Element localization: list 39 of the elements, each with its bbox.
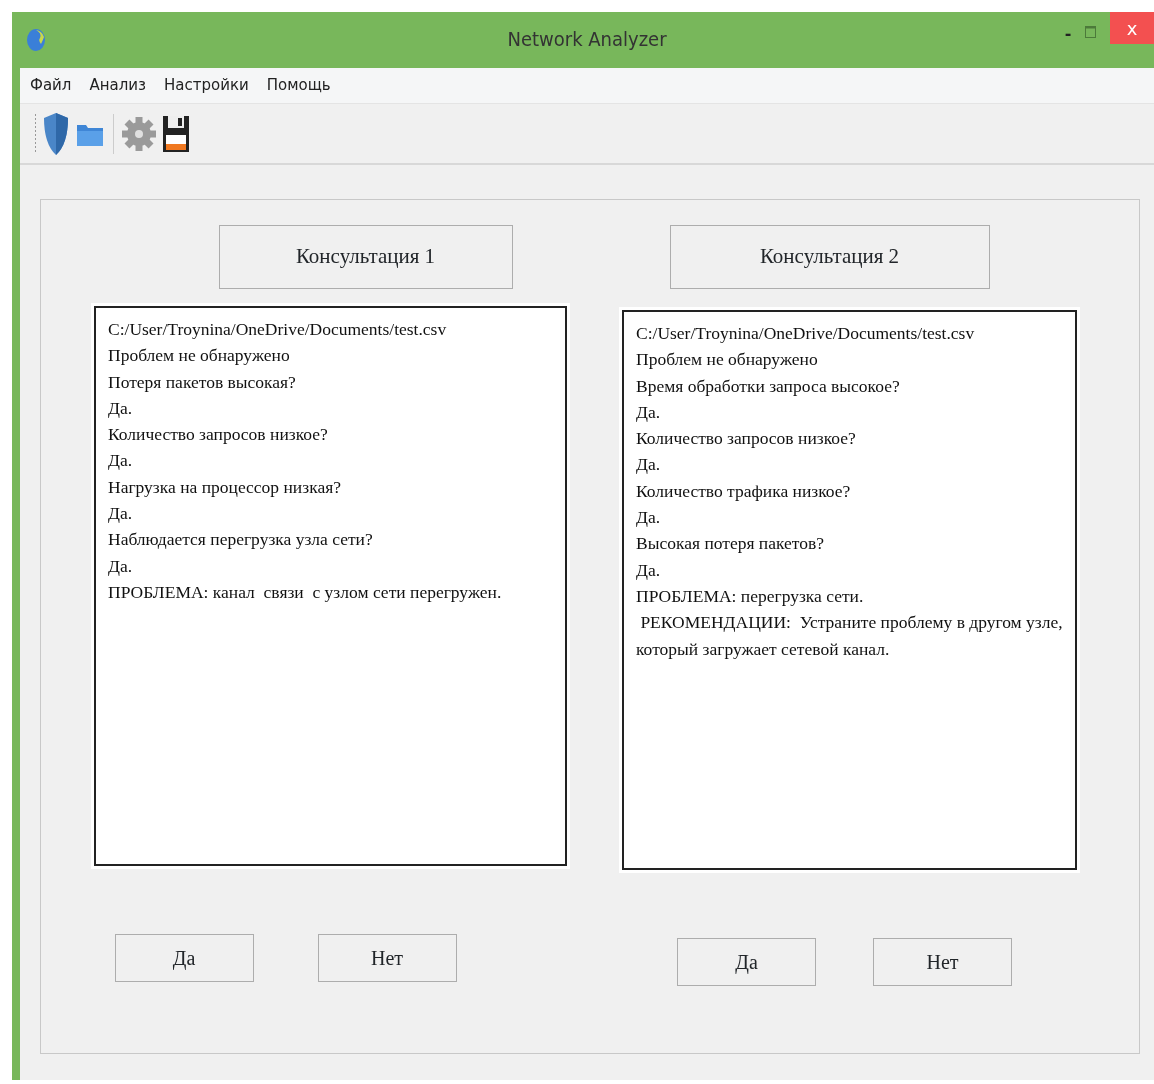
output-line: Да. <box>108 554 134 578</box>
output-line: Высокая потеря пакетов? <box>636 532 825 556</box>
output-line: Время обработки запроса высокое? <box>636 374 901 398</box>
output-line: Да. <box>636 506 662 530</box>
answer-button[interactable]: Да <box>677 938 816 986</box>
output-line: Да. <box>636 400 662 424</box>
output-line: Количество запросов низкое? <box>108 423 329 447</box>
output-line: ПРОБЛЕМА: перегрузка сети. <box>636 584 865 608</box>
output-line: Да. <box>636 453 662 477</box>
output-line: Проблем не обнаружено <box>636 348 819 372</box>
output-line: Проблем не обнаружено <box>108 344 291 368</box>
output-line: Количество запросов низкое? <box>636 427 857 451</box>
menu-item[interactable]: Помощь <box>266 74 331 97</box>
globe-icon <box>26 28 46 52</box>
output-line: Да. <box>108 502 134 526</box>
menu-item[interactable]: Файл <box>30 74 72 97</box>
output-line: Нагрузка на процессор низкая? <box>108 475 342 499</box>
menu-item[interactable]: Анализ <box>89 74 147 97</box>
answer-button[interactable]: Да <box>114 934 254 982</box>
output-line: Потеря пакетов высокая? <box>108 370 297 394</box>
output-line: Да. <box>636 558 662 582</box>
answer-button[interactable]: Нет <box>873 938 1012 986</box>
answer-button[interactable]: Нет <box>317 934 457 982</box>
shield-icon[interactable] <box>43 111 69 156</box>
output-line: Количество трафика низкое? <box>636 479 852 503</box>
output-line: C:/User/Troynina/OneDrive/Documents/test.csv <box>636 322 976 345</box>
output-line: Да. <box>108 396 134 420</box>
output-line: C:/User/Troynina/OneDrive/Documents/test.csv <box>108 318 448 341</box>
consultation-button[interactable]: Консультация 1 <box>218 225 513 289</box>
consultation-button[interactable]: Консультация 2 <box>669 225 990 289</box>
toolbar-grip-icon <box>34 113 37 154</box>
output-line: РЕКОМЕНДАЦИИ: Устраните проблему в другом узле, который загружает сетевой канал. <box>636 611 1063 661</box>
menu-item[interactable]: Настройки <box>164 74 249 97</box>
window-title: Network Analyzer <box>507 26 667 53</box>
output-line: Наблюдается перегрузка узла сети? <box>108 528 374 552</box>
minimize-button[interactable]: - <box>1057 22 1079 46</box>
output-line: ПРОБЛЕМА: канал связи с узлом сети перегружен. <box>108 580 503 604</box>
output-line: Да. <box>108 449 134 473</box>
maximize-icon[interactable] <box>1085 26 1096 38</box>
